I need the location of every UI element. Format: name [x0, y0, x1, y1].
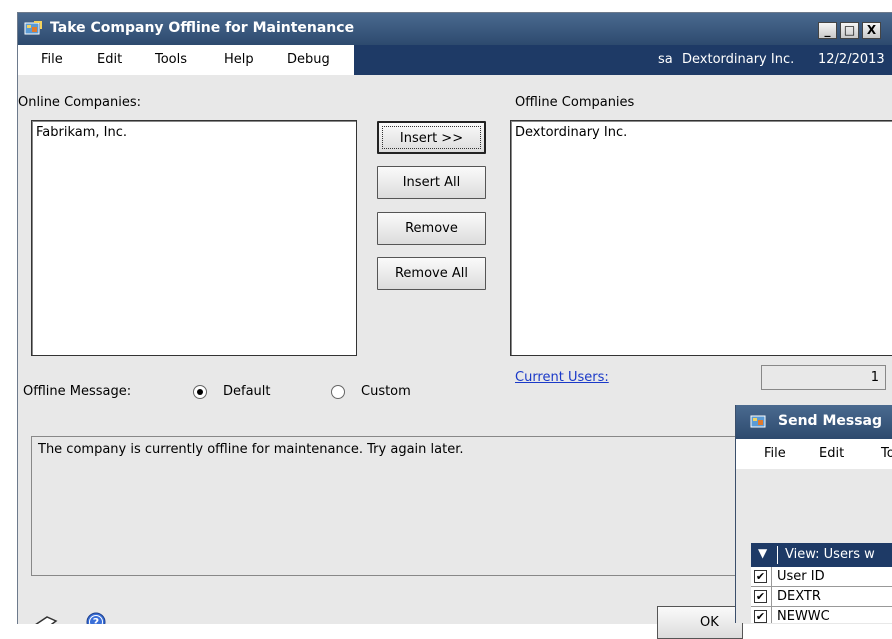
menu-edit[interactable]: Edit — [819, 446, 844, 461]
help-icon[interactable]: ? — [86, 612, 106, 624]
remove-all-button[interactable]: Remove All — [377, 257, 486, 290]
menu-edit[interactable]: Edit — [97, 52, 122, 67]
custom-radio[interactable] — [331, 385, 345, 399]
grid-view-label[interactable]: View: Users w — [785, 547, 875, 562]
menu-help[interactable]: Help — [224, 52, 254, 67]
insert-button[interactable]: Insert >> — [377, 121, 486, 154]
close-button[interactable]: X — [862, 22, 881, 39]
offline-companies-label: Offline Companies — [515, 95, 635, 110]
custom-radio-label[interactable]: Custom — [361, 384, 411, 399]
default-radio-label[interactable]: Default — [223, 384, 271, 399]
list-item[interactable]: Dextordinary Inc. — [515, 125, 627, 140]
window-title: Take Company Offline for Maintenance — [50, 20, 355, 36]
grid-view-header[interactable]: ▼ View: Users w — [751, 543, 892, 567]
menu-tools[interactable]: To — [881, 446, 892, 461]
app-icon — [750, 414, 768, 434]
dropdown-arrow-icon[interactable]: ▼ — [758, 546, 767, 560]
table-row[interactable]: ✔ NEWWC — [751, 607, 892, 623]
status-user: sa — [658, 52, 673, 67]
menu-file[interactable]: File — [764, 446, 786, 461]
menu-tools[interactable]: Tools — [155, 52, 187, 67]
send-message-menu-bar: File Edit To — [736, 439, 892, 469]
note-icon[interactable] — [33, 613, 59, 624]
send-message-title-bar[interactable]: Send Messag — [736, 405, 892, 439]
user-id-cell: DEXTR — [777, 589, 821, 604]
status-company: Dextordinary Inc. — [682, 52, 795, 67]
status-bar: sa Dextordinary Inc. 12/2/2013 — [354, 45, 892, 75]
menu-file[interactable]: File — [41, 52, 63, 67]
offline-message-label: Offline Message: — [23, 384, 132, 399]
menu-bar: File Edit Tools Help Debug sa Dextordina… — [18, 45, 892, 75]
minimize-button[interactable]: _ — [818, 22, 837, 39]
grid-header-row: ✔ User ID — [751, 567, 892, 587]
checkbox-icon[interactable]: ✔ — [754, 610, 767, 623]
user-id-cell: NEWWC — [777, 609, 830, 623]
maximize-button[interactable]: □ — [840, 22, 859, 39]
current-users-count: 1 — [761, 365, 886, 390]
online-companies-list[interactable]: Fabrikam, Inc. — [31, 120, 357, 356]
insert-all-button[interactable]: Insert All — [377, 166, 486, 199]
send-message-title: Send Messag — [778, 413, 883, 429]
title-bar[interactable]: Take Company Offline for Maintenance _ □… — [18, 13, 892, 45]
list-item[interactable]: Fabrikam, Inc. — [36, 125, 127, 140]
menu-debug[interactable]: Debug — [287, 52, 330, 67]
table-row[interactable]: ✔ DEXTR — [751, 587, 892, 607]
checkbox-icon[interactable]: ✔ — [754, 570, 767, 583]
offline-message-value: The company is currently offline for mai… — [38, 442, 464, 457]
send-message-window: Send Messag File Edit To ▼ View: Users w… — [735, 405, 892, 623]
checkbox-icon[interactable]: ✔ — [754, 590, 767, 603]
current-users-link[interactable]: Current Users: — [515, 370, 609, 385]
online-companies-label: Online Companies: — [18, 95, 141, 110]
offline-companies-list[interactable]: Dextordinary Inc. — [510, 120, 892, 356]
default-radio[interactable] — [193, 385, 207, 399]
status-date: 12/2/2013 — [818, 52, 885, 67]
remove-button[interactable]: Remove — [377, 212, 486, 245]
column-user-id: User ID — [777, 569, 825, 584]
app-icon — [24, 21, 42, 37]
